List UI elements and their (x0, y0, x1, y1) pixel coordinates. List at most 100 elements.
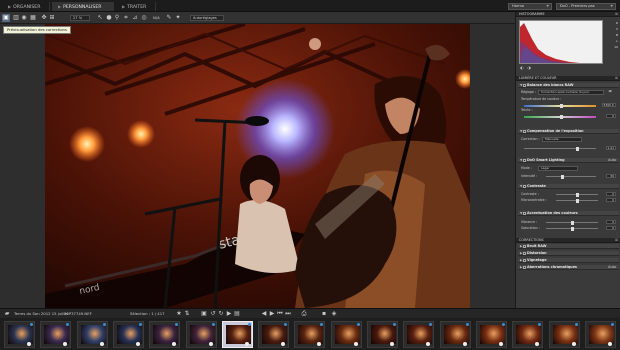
repair-icon[interactable]: ✎ (165, 14, 173, 22)
straighten-icon[interactable]: ⊿ (131, 14, 139, 22)
local-adjust-icon[interactable]: ✦ (174, 14, 182, 22)
workspace-select[interactable]: Harmo ▼ (508, 3, 552, 10)
filmstrip-thumbnail[interactable] (439, 321, 471, 348)
slider-knob[interactable] (576, 146, 579, 151)
close-icon[interactable]: ⊠ (615, 238, 618, 243)
filmstrip-thumbnail[interactable] (185, 321, 217, 348)
filmstrip-thumbnail[interactable] (403, 321, 435, 348)
histogram-channel-r[interactable]: R (606, 21, 618, 26)
color-accentuation-section[interactable]: ▼ Accentuation des couleurs (518, 211, 619, 216)
close-icon[interactable]: ⊠ (615, 76, 618, 81)
corrections-header[interactable]: CORRECTIONS ⊠ (516, 238, 620, 243)
contrast-value[interactable]: 0 (606, 192, 616, 196)
zoom-select[interactable]: 27 % (70, 15, 90, 21)
filmstrip-thumbnail[interactable] (294, 321, 326, 348)
correction-item[interactable]: ▶ Bruit RAW (518, 244, 619, 249)
tint-slider[interactable] (524, 114, 596, 119)
contrast-slider[interactable] (556, 192, 598, 197)
shadow-clipping-icon[interactable]: ◐ (519, 65, 525, 71)
print-icon[interactable]: ⎙ (300, 310, 308, 318)
histogram-header[interactable]: HISTOGRAMME ⊠ (516, 12, 620, 17)
filmstrip-thumbnail[interactable] (149, 321, 181, 348)
saturation-slider[interactable] (546, 226, 598, 231)
section-checkbox[interactable] (523, 245, 526, 248)
microcontrast-value[interactable]: 0 (606, 198, 616, 202)
eyedropper-icon[interactable]: ✒ (607, 89, 614, 96)
exposure-section[interactable]: ▼ Compensation de l'exposition (518, 129, 619, 134)
section-checkbox[interactable] (523, 159, 526, 162)
grid-icon[interactable]: ▦ (29, 14, 37, 22)
correction-item[interactable]: ▶ Distorsion (518, 251, 619, 256)
first-image-icon[interactable]: ⏮ (276, 310, 284, 318)
star-icon[interactable]: ★ (175, 310, 183, 318)
preview-corrections-button[interactable]: ▣ (2, 14, 10, 22)
slider-knob[interactable] (560, 114, 563, 119)
light-color-header[interactable]: LUMIÈRE ET COULEUR ⊠ (516, 76, 620, 81)
close-icon[interactable]: ⊠ (615, 12, 618, 17)
filmstrip-thumbnail[interactable] (584, 321, 616, 348)
tag-icon[interactable]: ◈ (330, 310, 338, 318)
folder-icon[interactable]: ▰ (3, 310, 11, 318)
filmstrip-thumbnail[interactable] (512, 321, 544, 348)
slider-knob[interactable] (561, 174, 564, 179)
color-label-icon[interactable]: ▪ (320, 310, 328, 318)
eye-icon[interactable]: ◉ (20, 14, 28, 22)
prev-image-icon[interactable]: ◀ (260, 310, 268, 318)
move-icon[interactable]: ✥ (40, 14, 48, 22)
section-checkbox[interactable] (523, 212, 526, 215)
intensity-slider[interactable] (546, 174, 596, 179)
preset-select[interactable]: DxO - Premiers pas ▼ (556, 3, 616, 10)
smart-lighting-section[interactable]: ▼ DxO Smart Lighting Auto (518, 158, 619, 163)
exposure-correction-select[interactable]: Manuelle (542, 137, 582, 142)
section-checkbox[interactable] (523, 130, 526, 133)
correction-item[interactable]: ▶ Aberrations chromatiques Auto (518, 265, 619, 270)
section-checkbox[interactable] (523, 259, 526, 262)
temperature-slider[interactable] (524, 103, 596, 108)
filmstrip-thumbnail[interactable] (330, 321, 362, 348)
zoom-icon[interactable]: ⚲ (113, 14, 121, 22)
white-balance-section[interactable]: ▼ Balance des blancs RAW (518, 83, 619, 88)
filmstrip-thumbnail[interactable] (40, 321, 72, 348)
exposure-value[interactable]: 1,41 (606, 146, 616, 150)
filmstrip-thumbnail[interactable] (548, 321, 580, 348)
tab-traiter[interactable]: ▶ TRAITER (116, 2, 156, 11)
compare-icon[interactable]: ▤ (233, 310, 241, 318)
filmstrip-thumbnail[interactable] (367, 321, 398, 348)
slider-knob[interactable] (560, 103, 563, 108)
red-eye-icon[interactable]: ◎ (140, 14, 148, 22)
next-image-icon[interactable]: ▶ (268, 310, 276, 318)
histogram-channel-l[interactable]: L (606, 39, 618, 44)
tint-value[interactable]: 0 (606, 114, 616, 118)
slider-knob[interactable] (571, 226, 574, 231)
slideshow-icon[interactable]: ▶ (225, 310, 233, 318)
fullscreen-icon[interactable]: ▣ (200, 310, 208, 318)
slider-knob[interactable] (576, 192, 579, 197)
vibrance-value[interactable]: 0 (606, 220, 616, 224)
highlight-clipping-icon[interactable]: ◑ (526, 65, 532, 71)
histogram-channel-v[interactable]: V (606, 27, 618, 32)
photo-preview[interactable]: stage nord (45, 24, 470, 308)
contrast-section[interactable]: ▼ Contraste (518, 184, 619, 189)
temperature-value[interactable]: 5300 K (602, 103, 616, 107)
filmstrip-thumbnail[interactable] (4, 321, 35, 348)
section-checkbox[interactable] (523, 84, 526, 87)
exposure-slider[interactable] (524, 146, 596, 151)
rotate-left-icon[interactable]: ↺ (209, 310, 217, 318)
intensity-value[interactable]: 30 (606, 174, 616, 178)
section-checkbox[interactable] (523, 252, 526, 255)
correction-item[interactable]: ▶ Vignetage (518, 258, 619, 263)
tab-personnaliser[interactable]: ▶ PERSONNALISER (52, 2, 114, 11)
slider-knob[interactable] (571, 220, 574, 225)
wb-setting-select[interactable]: Correction selon lumière du jour (538, 90, 604, 95)
slider-knob[interactable] (576, 198, 579, 203)
filmstrip-thumbnail[interactable] (112, 321, 144, 348)
section-checkbox[interactable] (523, 266, 526, 269)
vibrance-slider[interactable] (546, 220, 598, 225)
filmstrip-thumbnail[interactable] (258, 321, 290, 348)
filmstrip-thumbnail[interactable] (475, 321, 507, 348)
white-balance-picker-icon[interactable]: ● (105, 14, 113, 22)
section-checkbox[interactable] (523, 185, 526, 188)
rotate-right-icon[interactable]: ↻ (217, 310, 225, 318)
smart-lighting-mode-select[interactable]: Léger (538, 166, 578, 171)
sort-icon[interactable]: ⇅ (183, 310, 191, 318)
